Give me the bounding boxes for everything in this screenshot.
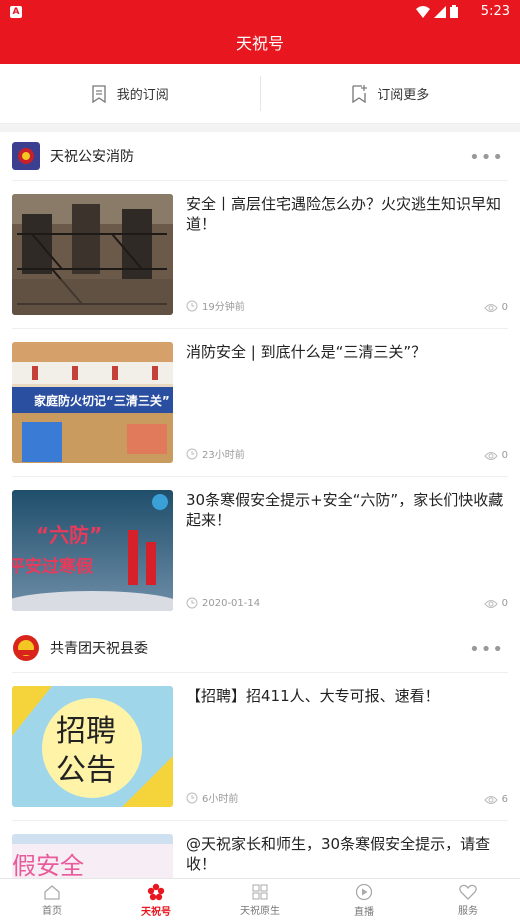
tab-label: 天祝原生 xyxy=(240,906,280,917)
eye-icon xyxy=(483,795,498,804)
article-title: 安全丨高层住宅遇险怎么办？火灾逃生知识早知道！ xyxy=(186,195,502,233)
more-options-button[interactable]: ••• xyxy=(469,639,504,660)
thumbnail-caption: 假安全 xyxy=(12,852,84,878)
tab-services[interactable]: 服务 xyxy=(416,879,520,922)
subscribe-more-label: 订阅更多 xyxy=(377,88,430,103)
tab-home[interactable]: 首页 xyxy=(0,879,104,922)
home-icon xyxy=(44,885,60,900)
view-count: 0 xyxy=(483,450,508,461)
clock-icon xyxy=(186,300,198,311)
bottom-tab-bar: 首页 天祝号 天祝原生 直播 服务 xyxy=(0,878,520,922)
article-time: 2020-01-14 xyxy=(186,597,260,609)
views-text: 0 xyxy=(501,302,508,313)
clock-icon xyxy=(186,448,198,459)
article-thumbnail: 假安全 xyxy=(12,834,173,878)
article-time: 23小时前 xyxy=(186,446,245,461)
status-bar: A 5:23 xyxy=(0,0,520,24)
article-card[interactable]: 招聘 公告 【招聘】招411人、大专可报、速看！ 6小时前 6 xyxy=(0,673,520,820)
article-time: 19分钟前 xyxy=(186,298,245,313)
my-subscriptions-label: 我的订阅 xyxy=(116,88,169,103)
thumbnail-caption: 平安过寒假 xyxy=(12,556,93,577)
article-card[interactable]: 家庭防火切记“三清三关” 消防安全 | 到底什么是“三清三关”？ 23小时前 0 xyxy=(0,329,520,476)
subscription-bar: 我的订阅 订阅更多 xyxy=(0,64,520,124)
youth-league-logo xyxy=(13,635,39,661)
app-bar: 天祝号 xyxy=(0,24,520,64)
subscribe-more-button[interactable]: 订阅更多 xyxy=(261,64,520,123)
app-notification-icon: A xyxy=(10,6,22,18)
tab-label: 服务 xyxy=(458,906,478,917)
signal-icon xyxy=(434,5,446,18)
time-text: 6小时前 xyxy=(202,794,239,805)
eye-icon xyxy=(483,451,498,460)
article-title: @天祝家长和师生，30条寒假安全提示，请查收！ xyxy=(186,835,491,873)
wifi-icon xyxy=(416,5,430,18)
article-thumbnail: “六防” 平安过寒假 xyxy=(12,490,173,611)
article-thumbnail: 家庭防火切记“三清三关” xyxy=(12,342,173,463)
grid-icon xyxy=(252,884,268,900)
clock: 5:23 xyxy=(480,4,510,19)
eye-icon xyxy=(483,303,498,312)
battery-icon xyxy=(450,5,458,18)
clock-icon xyxy=(186,597,198,609)
account-header[interactable]: 共青团天祝县委 ••• xyxy=(0,624,520,672)
article-time: 6小时前 xyxy=(186,790,238,805)
thumbnail-caption: 公告 xyxy=(56,753,116,788)
more-options-button[interactable]: ••• xyxy=(469,147,504,168)
heart-icon xyxy=(459,884,477,900)
my-subscriptions-button[interactable]: 我的订阅 xyxy=(0,64,260,123)
bookmark-add-icon xyxy=(352,84,368,103)
views-text: 0 xyxy=(501,598,508,609)
tab-label: 天祝号 xyxy=(141,907,171,918)
bookmark-list-icon xyxy=(92,84,106,103)
account-name: 共青团天祝县委 xyxy=(50,641,148,657)
clock-icon xyxy=(186,792,198,803)
subscription-feed[interactable]: 天祝公安消防 ••• 安全丨高层住宅遇险怎么办？火灾逃生知识早知道！ 19分钟前 xyxy=(0,132,520,878)
time-text: 19分钟前 xyxy=(202,302,245,313)
article-title: 消防安全 | 到底什么是“三清三关”？ xyxy=(186,343,427,361)
article-card[interactable]: 安全丨高层住宅遇险怎么办？火灾逃生知识早知道！ 19分钟前 0 xyxy=(0,181,520,328)
thumbnail-caption: 家庭防火切记“三清三关” xyxy=(34,393,170,408)
account-name: 天祝公安消防 xyxy=(50,149,134,165)
eye-icon xyxy=(483,599,498,608)
play-icon xyxy=(355,883,373,901)
views-text: 0 xyxy=(501,450,508,461)
article-title: 【招聘】招411人、大专可报、速看！ xyxy=(186,687,440,705)
tab-live[interactable]: 直播 xyxy=(312,879,416,922)
tab-label: 直播 xyxy=(354,907,374,918)
thumbnail-caption: 招聘 xyxy=(56,714,116,749)
article-card[interactable]: “六防” 平安过寒假 30条寒假安全提示+安全“六防”，家长们快收藏起来！ 20… xyxy=(0,477,520,624)
tab-label: 首页 xyxy=(42,906,62,917)
views-text: 6 xyxy=(501,794,508,805)
article-thumbnail: 招聘 公告 xyxy=(12,686,173,807)
view-count: 0 xyxy=(483,302,508,313)
flower-icon xyxy=(147,883,165,901)
view-count: 0 xyxy=(483,598,508,609)
time-text: 23小时前 xyxy=(202,450,245,461)
thumbnail-caption: “六防” xyxy=(36,523,102,547)
section-spacer xyxy=(0,124,520,132)
tab-tianzhu-hao[interactable]: 天祝号 xyxy=(104,879,208,922)
tab-tianzhu-original[interactable]: 天祝原生 xyxy=(208,879,312,922)
article-title: 30条寒假安全提示+安全“六防”，家长们快收藏起来！ xyxy=(186,491,504,529)
page-title: 天祝号 xyxy=(235,34,284,53)
article-thumbnail xyxy=(12,194,173,315)
view-count: 6 xyxy=(483,794,508,805)
time-text: 2020-01-14 xyxy=(202,597,261,609)
account-header[interactable]: 天祝公安消防 ••• xyxy=(0,132,520,180)
police-fire-logo xyxy=(12,142,40,170)
article-card[interactable]: 假安全 @天祝家长和师生，30条寒假安全提示，请查收！ xyxy=(0,821,520,878)
